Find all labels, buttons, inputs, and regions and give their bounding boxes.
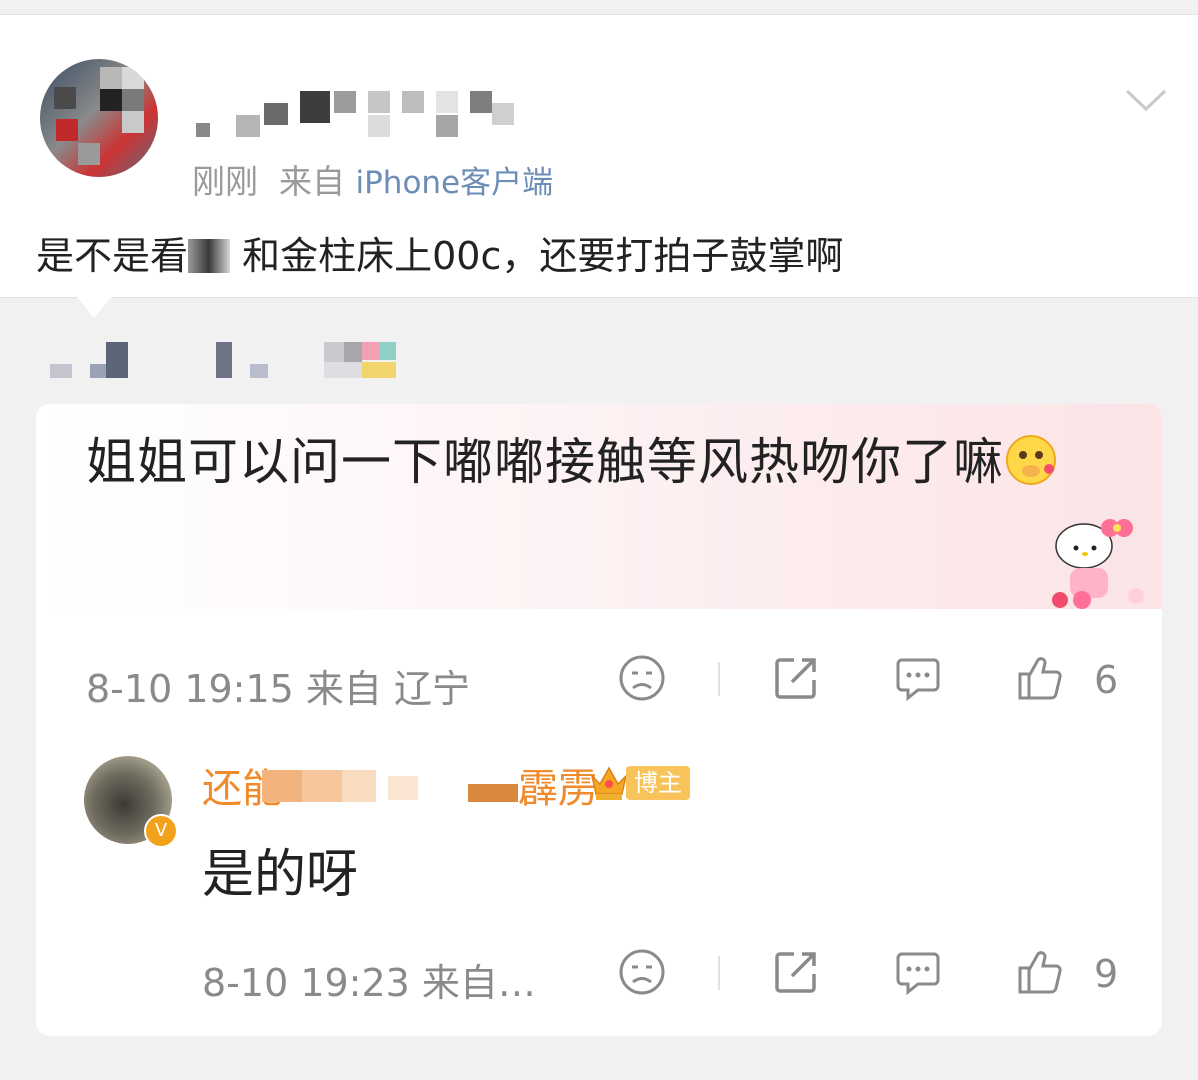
- share-icon[interactable]: [772, 948, 820, 996]
- reply-pointer: [76, 296, 112, 318]
- author-name-blurred[interactable]: [196, 89, 526, 139]
- post-source[interactable]: iPhone客户端: [355, 165, 553, 201]
- reply-text: 是的呀: [202, 845, 359, 905]
- thumbs-up-icon[interactable]: [1016, 948, 1064, 996]
- comment-text-content: 姐姐可以问一下嘟嘟接触等风热吻你了嘛: [86, 433, 1004, 491]
- blogger-badge: 博主: [588, 762, 690, 804]
- thumbs-up-icon[interactable]: [1016, 654, 1064, 702]
- dislike-face-icon[interactable]: [618, 948, 666, 996]
- post-text-end: 和金柱床上00c，还要打拍子鼓掌啊: [242, 234, 844, 278]
- post-text: 是不是看 和金柱床上00c，还要打拍子鼓掌啊: [36, 225, 843, 280]
- comment-author-blurred[interactable]: [36, 340, 406, 380]
- chevron-down-icon[interactable]: [1124, 85, 1168, 115]
- share-icon[interactable]: [772, 654, 820, 702]
- comment-text: 姐姐可以问一下嘟嘟接触等风热吻你了嘛: [86, 422, 1096, 502]
- dislike-face-icon[interactable]: [618, 654, 666, 702]
- verified-badge: V: [144, 814, 178, 848]
- comment-meta: 8-10 19:15 来自 辽宁: [86, 667, 470, 711]
- comment-icon[interactable]: [894, 948, 942, 996]
- reply-meta: 8-10 19:23 来自…: [202, 961, 536, 1005]
- action-divider: [718, 956, 720, 990]
- comment-action-row: 8-10 19:15 来自 辽宁 6: [36, 648, 1162, 711]
- blogger-label: 博主: [626, 766, 690, 800]
- emoji-blush-icon: [1006, 435, 1056, 485]
- comment-card: 姐姐可以问一下嘟嘟接触等风热吻你了嘛 8-10 19:15 来自 辽宁 6 V …: [36, 404, 1162, 1036]
- crown-icon: [590, 766, 628, 800]
- author-avatar[interactable]: [40, 59, 158, 177]
- mosaic-blur: [188, 239, 231, 273]
- action-divider: [718, 662, 720, 696]
- post-from-label: 来自: [278, 162, 345, 201]
- post-meta: 刚刚 来自 iPhone客户端: [192, 155, 553, 203]
- reply-action-row: 8-10 19:23 来自… 9: [36, 942, 1162, 1005]
- hello-kitty-sticker: [1052, 519, 1144, 609]
- post-card: 刚刚 来自 iPhone客户端 是不是看 和金柱床上00c，还要打拍子鼓掌啊: [0, 14, 1198, 298]
- post-time: 刚刚: [192, 162, 258, 201]
- comment-icon[interactable]: [894, 654, 942, 702]
- reply-name-blurred: [262, 766, 562, 806]
- reply-like-count: 9: [1094, 952, 1119, 996]
- comment-like-count: 6: [1094, 658, 1119, 702]
- post-text-start: 是不是看: [36, 234, 189, 278]
